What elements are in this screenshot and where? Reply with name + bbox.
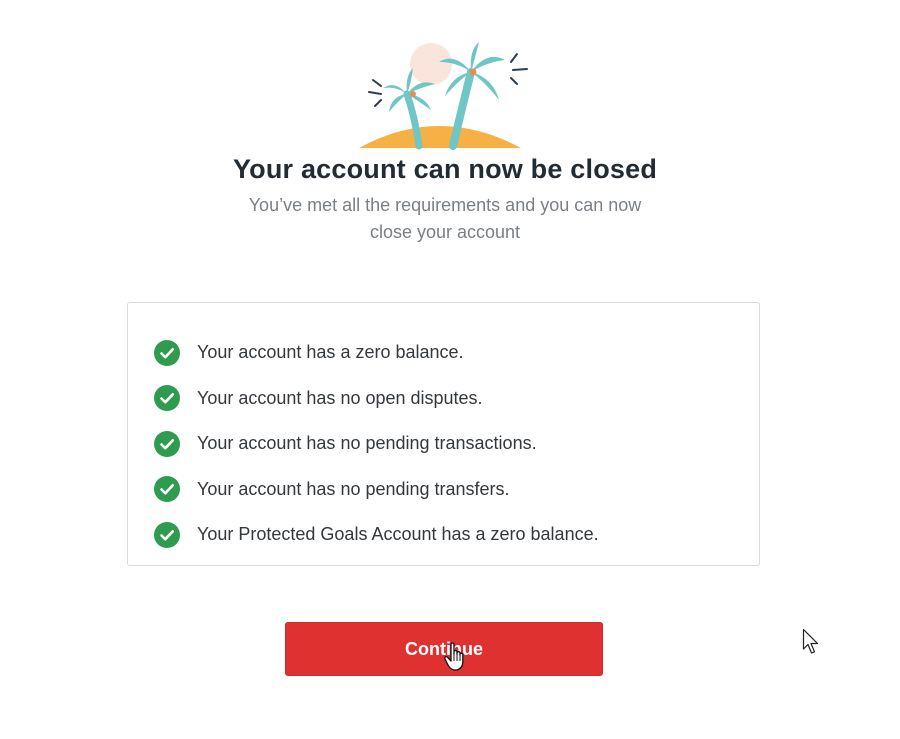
check-circle-icon <box>154 476 180 503</box>
requirement-label: Your account has no pending transactions… <box>197 433 537 454</box>
requirement-item: Your account has a zero balance. <box>154 330 599 376</box>
requirements-list: Your account has a zero balance. Your ac… <box>154 330 599 558</box>
check-circle-icon <box>154 521 180 548</box>
check-circle-icon <box>154 430 180 457</box>
page-subtitle: You’ve met all the requirements and you … <box>248 195 642 242</box>
requirement-item: Your account has no open disputes. <box>154 376 599 422</box>
requirement-label: Your account has no pending transfers. <box>197 478 510 499</box>
check-circle-icon <box>154 385 180 412</box>
requirement-label: Your account has a zero balance. <box>197 342 464 363</box>
hand-cursor-icon <box>444 642 464 671</box>
requirement-label: Your account has no open disputes. <box>197 387 483 408</box>
page-title: Your account can now be closed <box>232 154 658 184</box>
requirement-item: Your account has no pending transfers. <box>154 467 599 513</box>
requirement-item: Your Protected Goals Account has a zero … <box>154 512 599 558</box>
requirement-item: Your account has no pending transactions… <box>154 421 599 467</box>
arrow-cursor-icon <box>802 628 819 654</box>
check-circle-icon <box>154 339 180 366</box>
palm-island-icon <box>359 42 528 150</box>
requirement-label: Your Protected Goals Account has a zero … <box>197 524 599 545</box>
requirements-panel: Your account has a zero balance. Your ac… <box>127 302 760 566</box>
